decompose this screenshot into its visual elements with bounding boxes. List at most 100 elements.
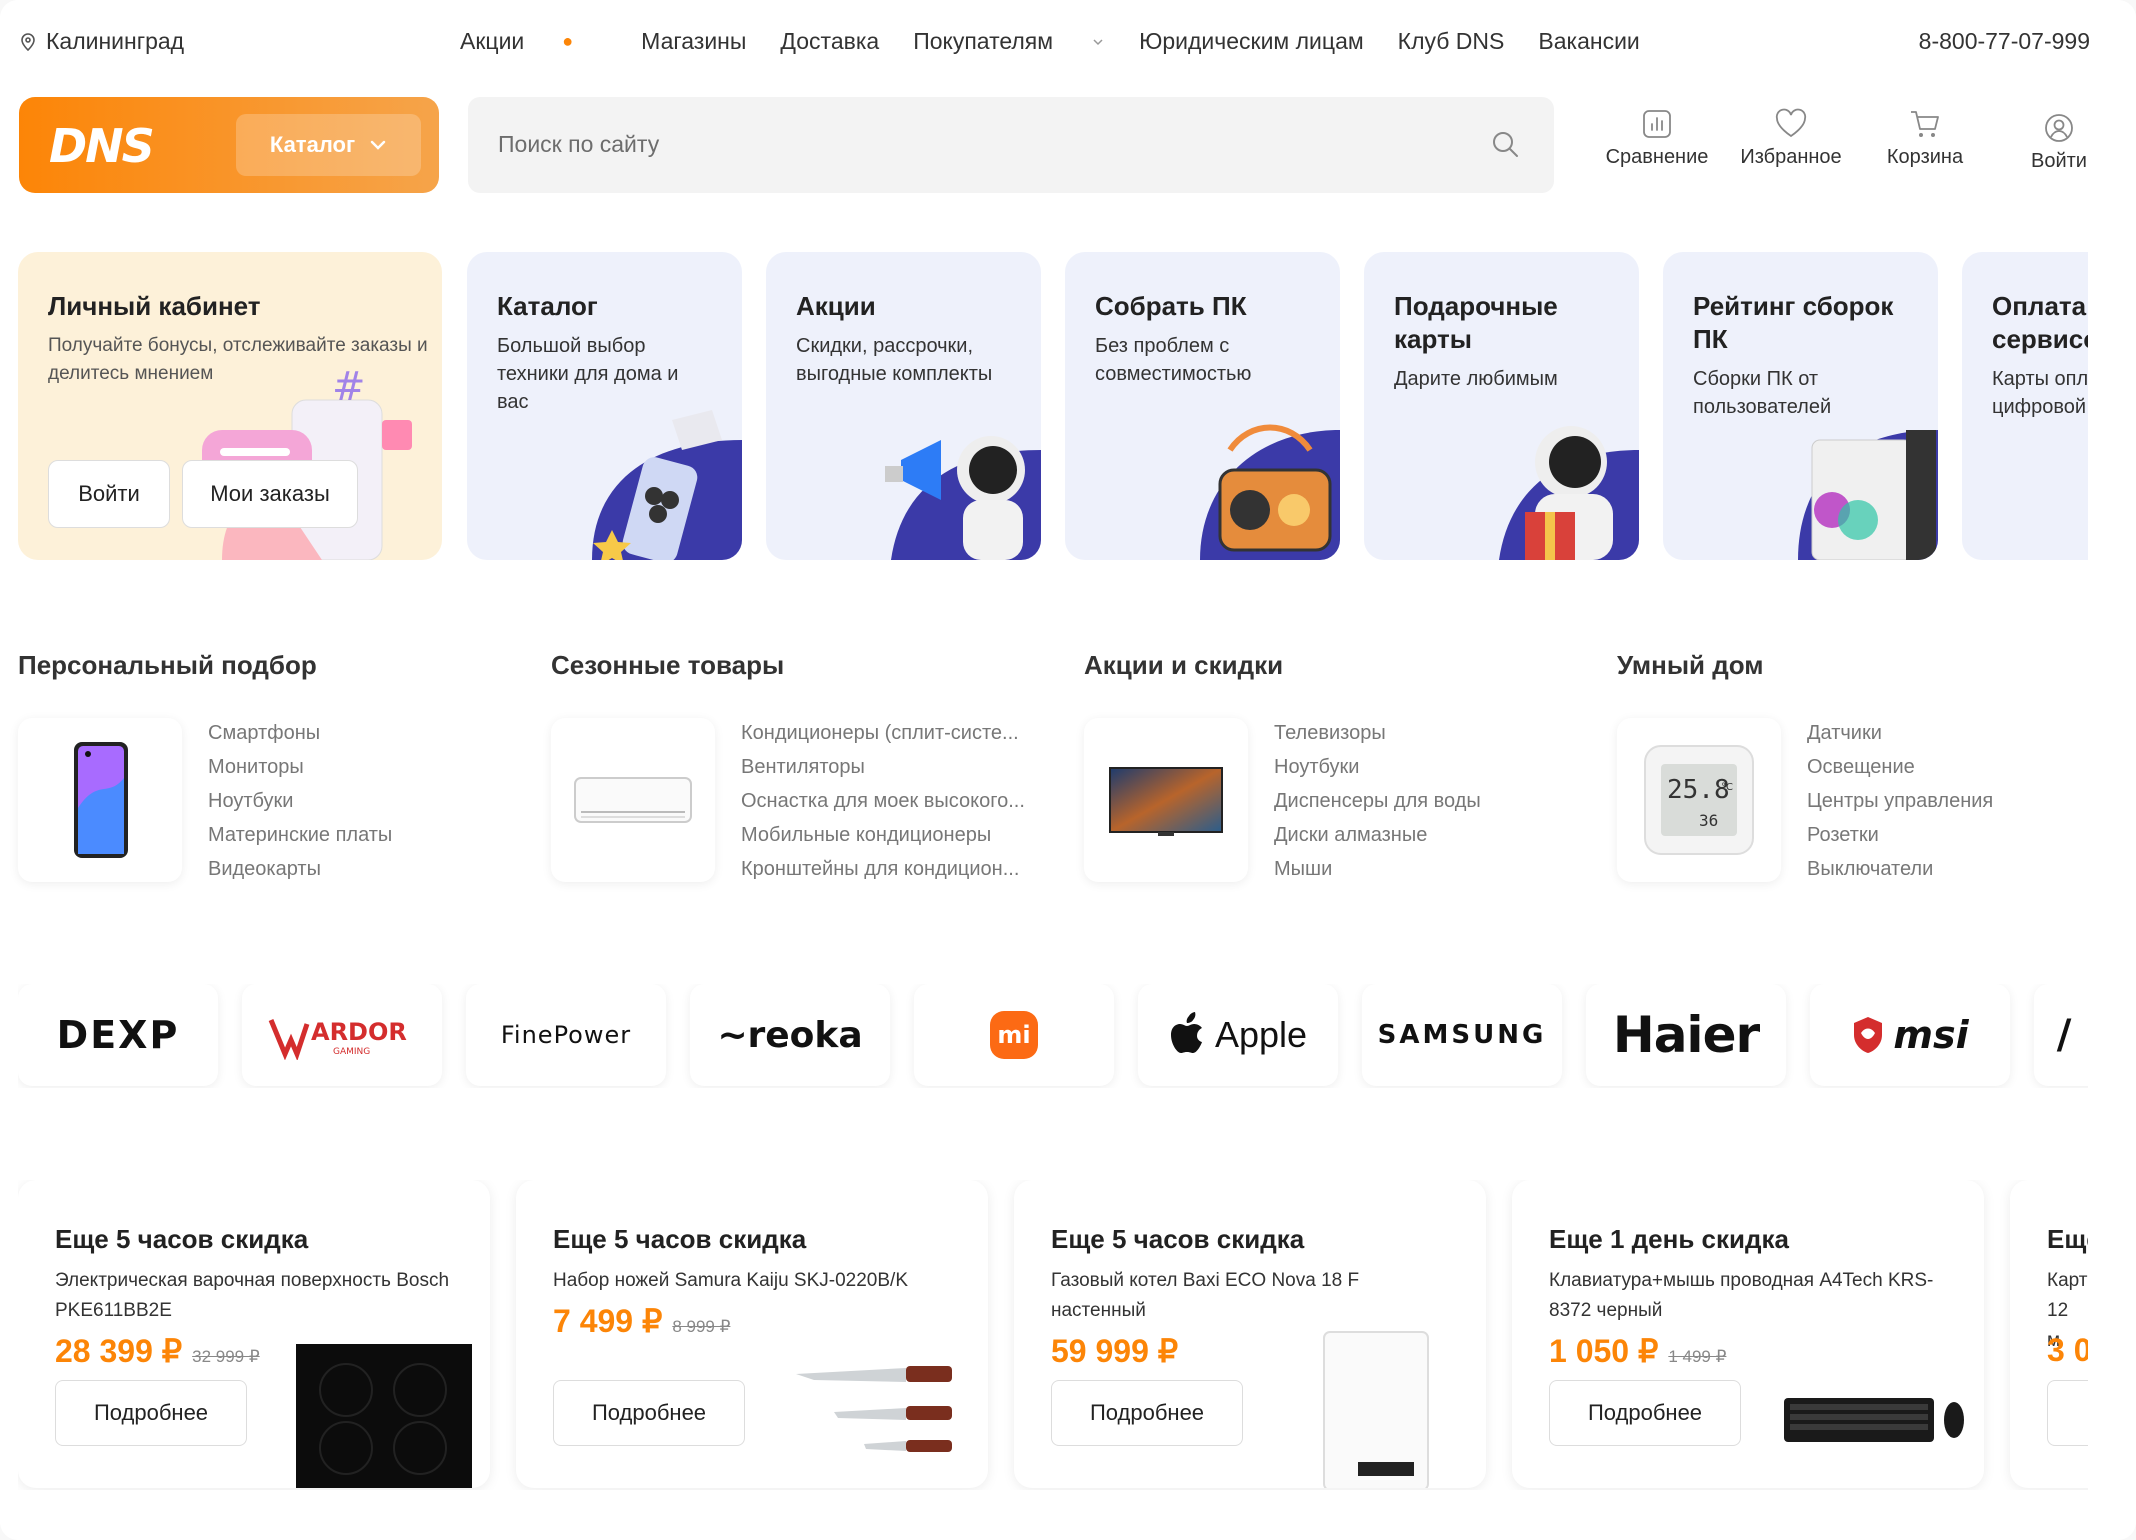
section-link[interactable]: Оснастка для моек высокого...	[741, 784, 1025, 818]
section-title[interactable]: Сезонные товары	[551, 650, 1071, 681]
section-link[interactable]: Диски алмазные	[1274, 818, 1481, 852]
promo-title: Акции	[796, 291, 876, 321]
deal-timer: Еще	[2047, 1224, 2088, 1254]
section-title[interactable]: Акции и скидки	[1084, 650, 1604, 681]
nav-customers[interactable]: Покупателям	[913, 28, 1105, 55]
section-link[interactable]: Материнские платы	[208, 818, 392, 852]
deal-product-name[interactable]: Газовый котел Baxi ECO Nova 18 F настенн…	[1051, 1266, 1451, 1326]
brand-reoka[interactable]: ∼reoka	[690, 984, 890, 1086]
section-link[interactable]: Мониторы	[208, 750, 392, 784]
deal-product-name[interactable]: Набор ножей Samura Kaiju SKJ-0220B/K	[553, 1266, 953, 1296]
section-link[interactable]: Кондиционеры (сплит-систе...	[741, 716, 1025, 750]
brand-dexp[interactable]: DEXP	[18, 984, 218, 1086]
promo-build-pc[interactable]: Собрать ПК Без проблем с совместимостью	[1065, 252, 1340, 560]
promo-text: Дарите любимым	[1394, 368, 1558, 390]
deal-current-price: 28 399 ₽	[55, 1333, 183, 1369]
section-link[interactable]: Мобильные кондиционеры	[741, 818, 1025, 852]
promo-gift-cards[interactable]: Подарочные карты Дарите любимым	[1364, 252, 1639, 560]
chevron-down-icon	[370, 140, 386, 150]
brand-partial[interactable]: /	[2034, 984, 2088, 1086]
brand-haier[interactable]: Haier	[1586, 984, 1786, 1086]
section-link[interactable]: Кронштейны для кондицион...	[741, 852, 1025, 886]
smartphone-image	[74, 742, 128, 858]
deal-product-name[interactable]: Клавиатура+мышь проводная A4Tech KRS-837…	[1549, 1266, 1949, 1326]
brand-apple[interactable]: Apple	[1138, 984, 1338, 1086]
brand-xiaomi[interactable]: mi	[914, 984, 1114, 1086]
promo-payment-services[interactable]: Оплата и сервисов Карты опла цифровой	[1962, 252, 2088, 560]
section-link[interactable]: Диспенсеры для воды	[1274, 784, 1481, 818]
deal-card[interactable]: Еще 1 день скидка Клавиатура+мышь провод…	[1512, 1180, 1984, 1488]
deal-more-button[interactable]	[2047, 1380, 2088, 1446]
search-input[interactable]: Поиск по сайту	[468, 97, 1554, 193]
favorites-button[interactable]: Избранное	[1724, 108, 1858, 173]
nav-legal[interactable]: Юридическим лицам	[1139, 28, 1364, 55]
compare-icon	[1643, 110, 1671, 138]
air-conditioner-thumbnail[interactable]	[551, 718, 715, 882]
sensor-thumbnail[interactable]: 25.8 °C 36	[1617, 718, 1781, 882]
deal-card[interactable]: Еще 5 часов скидка Газовый котел Baxi EC…	[1014, 1180, 1486, 1488]
compare-button[interactable]: Сравнение	[1590, 108, 1724, 173]
promo-pc-rating[interactable]: Рейтинг сборок ПК Сборки ПК от пользоват…	[1663, 252, 1938, 560]
section-link[interactable]: Освещение	[1807, 750, 1993, 784]
nav-stores[interactable]: Магазины	[641, 28, 746, 55]
section-link[interactable]: Выключатели	[1807, 852, 1993, 886]
section-link[interactable]: Розетки	[1807, 818, 1993, 852]
brand-finepower[interactable]: FinePower	[466, 984, 666, 1086]
login-button[interactable]: Войти	[1992, 108, 2126, 173]
section-link[interactable]: Ноутбуки	[208, 784, 392, 818]
deal-more-button[interactable]: Подробнее	[1549, 1380, 1741, 1446]
nav-delivery[interactable]: Доставка	[780, 28, 879, 55]
promo-sales[interactable]: Акции Скидки, рассрочки, выгодные компле…	[766, 252, 1041, 560]
cart-button[interactable]: Корзина	[1858, 108, 1992, 173]
dns-logo[interactable]: DNS	[49, 119, 155, 173]
section-title[interactable]: Персональный подбор	[18, 650, 538, 681]
promo-text: Карты опла цифровой	[1992, 368, 2088, 418]
section-title[interactable]: Умный дом	[1617, 650, 2136, 681]
section-link[interactable]: Телевизоры	[1274, 716, 1481, 750]
deal-more-button[interactable]: Подробнее	[1051, 1380, 1243, 1446]
tv-thumbnail[interactable]	[1084, 718, 1248, 882]
header-actions: Сравнение Избранное Корзина Войти	[1590, 108, 2126, 173]
cart-icon	[1911, 111, 1939, 137]
nav-vacancies[interactable]: Вакансии	[1538, 28, 1639, 55]
section-link[interactable]: Ноутбуки	[1274, 750, 1481, 784]
section-link[interactable]: Вентиляторы	[741, 750, 1025, 784]
apple-logo-text: Apple	[1214, 1014, 1308, 1055]
phone-number[interactable]: 8-800-77-07-999	[1919, 28, 2090, 55]
section-link[interactable]: Центры управления	[1807, 784, 1993, 818]
city-selector[interactable]: Калининград	[20, 28, 184, 55]
login-button[interactable]: Войти	[48, 460, 170, 528]
deal-price: 3 0	[2047, 1332, 2088, 1369]
brand-msi[interactable]: msi	[1810, 984, 2010, 1086]
section-link[interactable]: Мыши	[1274, 852, 1481, 886]
nav-promotions[interactable]: Акции ●	[460, 28, 607, 55]
my-orders-button[interactable]: Мои заказы	[182, 460, 358, 528]
catalog-button[interactable]: Каталог	[236, 114, 421, 176]
deal-card-partial[interactable]: Еще Карт 12 м 3 0	[2010, 1180, 2088, 1488]
deal-price: 28 399 ₽ 32 999 ₽	[55, 1332, 260, 1370]
air-conditioner-image	[574, 777, 692, 823]
deal-timer: Еще 5 часов скидка	[1051, 1224, 1305, 1254]
search-icon[interactable]	[1490, 129, 1520, 159]
deal-more-button[interactable]: Подробнее	[553, 1380, 745, 1446]
promo-personal-account[interactable]: Личный кабинет Получайте бонусы, отслежи…	[18, 252, 442, 560]
brand-samsung[interactable]: SAMSUNG	[1362, 984, 1562, 1086]
deal-product-name[interactable]: Электрическая варочная поверхность Bosch…	[55, 1266, 455, 1326]
pc-case-illustration	[1798, 430, 1938, 560]
nav-club[interactable]: Клуб DNS	[1398, 28, 1505, 55]
section-link[interactable]: Датчики	[1807, 716, 1993, 750]
brand-ardor[interactable]: ARDOR GAMING	[242, 984, 442, 1086]
msi-logo-text: msi	[1893, 1013, 1969, 1057]
promo-title: Каталог	[497, 291, 598, 321]
promo-catalog[interactable]: Каталог Большой выбор техники для дома и…	[467, 252, 742, 560]
smartphone-thumbnail[interactable]	[18, 718, 182, 882]
deal-card[interactable]: Еще 5 часов скидка Электрическая варочна…	[18, 1180, 490, 1488]
knives-image	[796, 1366, 952, 1452]
deal-more-button[interactable]: Подробнее	[55, 1380, 247, 1446]
deal-card[interactable]: Еще 5 часов скидка Набор ножей Samura Ka…	[516, 1180, 988, 1488]
section-link[interactable]: Смартфоны	[208, 716, 392, 750]
compare-label: Сравнение	[1605, 146, 1709, 168]
section-link[interactable]: Видеокарты	[208, 852, 392, 886]
promo-title: Личный кабинет	[48, 291, 261, 321]
keyboard-mouse-image	[1784, 1398, 1964, 1442]
